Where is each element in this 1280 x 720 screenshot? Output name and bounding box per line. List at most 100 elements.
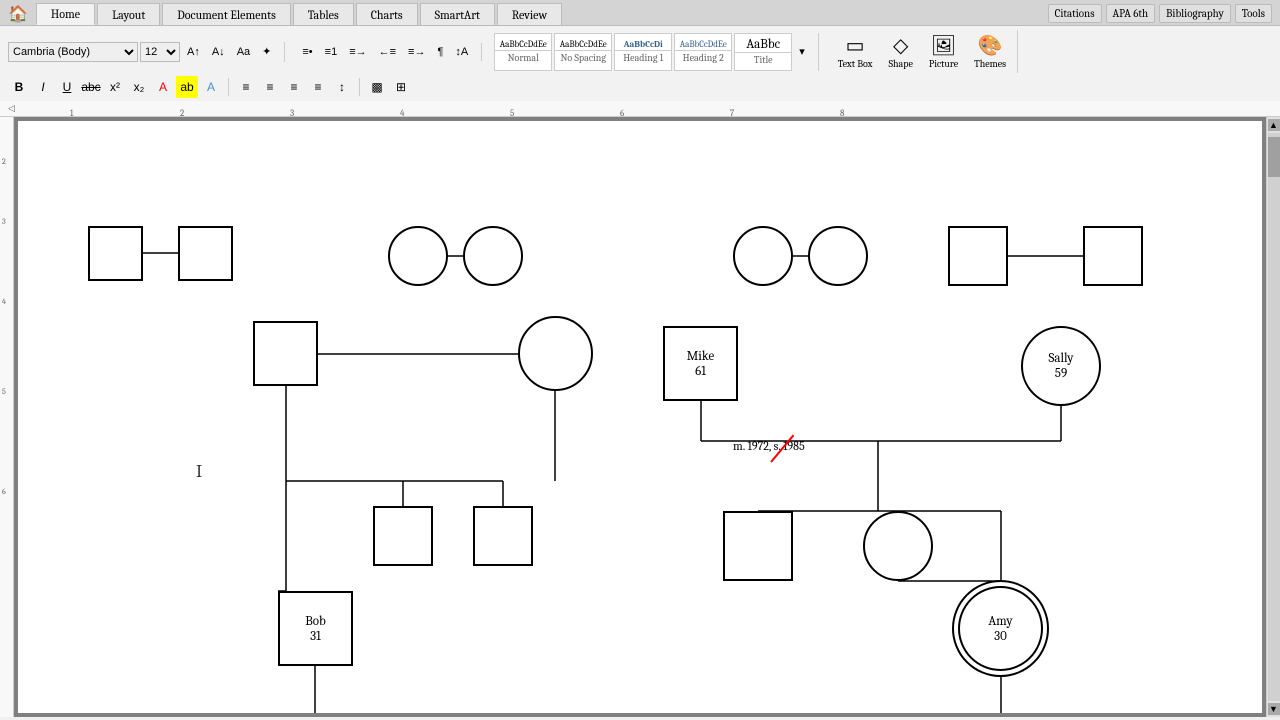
clear-format-btn[interactable]: ✦	[257, 42, 276, 61]
apa-btn[interactable]: APA 6th	[1106, 4, 1156, 23]
style-title[interactable]: AaBbc Title	[734, 33, 792, 71]
tab-charts[interactable]: Charts	[356, 3, 418, 25]
shape-sq7[interactable]	[473, 506, 533, 566]
shading-btn[interactable]: ▩	[366, 76, 388, 98]
home-icon-area: 🏠	[0, 2, 36, 25]
text-effects-btn[interactable]: A	[200, 76, 222, 98]
scroll-up-btn[interactable]: ▲	[1268, 119, 1280, 131]
superscript-btn[interactable]: x²	[104, 76, 126, 98]
doc-page[interactable]: Mike61 Sally59 m. 1972, s. 1985 Bob31	[18, 121, 1262, 713]
justify-btn[interactable]: ≡	[307, 76, 329, 98]
font-size-select[interactable]: 12	[140, 42, 180, 62]
right-scrollbar[interactable]: ▲ ▼	[1266, 117, 1280, 717]
textbox-insert-btn[interactable]: ▭ Text Box	[831, 30, 880, 73]
shape-sq5[interactable]	[253, 321, 318, 386]
styles-more-btn[interactable]: ▾	[794, 42, 810, 61]
style-no-spacing[interactable]: AaBbCcDdEe No Spacing	[554, 33, 612, 71]
style-normal[interactable]: AaBbCcDdEe Normal	[494, 33, 552, 71]
ruler-icon: ◁	[8, 104, 15, 114]
left-ruler-6: 6	[2, 487, 6, 496]
shape-sally[interactable]: Sally59	[1021, 326, 1101, 406]
shape-sq1[interactable]	[88, 226, 143, 281]
bold-btn[interactable]: B	[8, 76, 30, 98]
shape-ci6[interactable]	[863, 511, 933, 581]
highlight-btn[interactable]: ab	[176, 76, 198, 98]
style-title-label: Title	[735, 52, 791, 66]
left-ruler: 2 3 4 5 6	[0, 117, 14, 717]
marriage-text: m. 1972, s. 1985	[733, 439, 805, 453]
font-group: Cambria (Body) 12 A↑ A↓ Aa ✦	[8, 42, 285, 62]
align-right-btn[interactable]: ≡	[283, 76, 305, 98]
themes-insert-btn[interactable]: 🎨 Themes	[967, 30, 1013, 73]
ruler-mark-5: 5	[510, 109, 514, 118]
marriage-label: m. 1972, s. 1985	[733, 439, 805, 453]
shrink-font-btn[interactable]: A↓	[207, 43, 230, 61]
font-case-btn[interactable]: Aa	[232, 43, 255, 61]
font-color-btn[interactable]: A	[152, 76, 174, 98]
style-heading1[interactable]: AaBbCcDi Heading 1	[614, 33, 672, 71]
style-heading2[interactable]: AaBbCcDdEe Heading 2	[674, 33, 732, 71]
tab-smartart[interactable]: SmartArt	[420, 3, 495, 25]
ribbon-row1: Cambria (Body) 12 A↑ A↓ Aa ✦ ≡• ≡1 ≡→ ←≡…	[4, 28, 1276, 75]
shape-icon: ◇	[893, 33, 908, 57]
shape-bob[interactable]: Bob31	[278, 591, 353, 666]
subscript-btn[interactable]: x₂	[128, 76, 150, 98]
tab-tables[interactable]: Tables	[293, 3, 354, 25]
picture-insert-btn[interactable]: 🖼 Picture	[922, 30, 965, 73]
left-ruler-5: 5	[2, 387, 6, 396]
shape-ci4[interactable]	[808, 226, 868, 286]
tools-btn[interactable]: Tools	[1235, 4, 1272, 23]
style-title-preview: AaBbc	[746, 37, 780, 52]
divider1	[228, 78, 229, 96]
grow-font-btn[interactable]: A↑	[182, 43, 205, 61]
tab-review[interactable]: Review	[497, 3, 562, 25]
scroll-track[interactable]	[1268, 133, 1280, 701]
ruler-mark-6: 6	[620, 109, 624, 118]
left-ruler-2: 2	[2, 157, 6, 166]
ribbon: Cambria (Body) 12 A↑ A↓ Aa ✦ ≡• ≡1 ≡→ ←≡…	[0, 26, 1280, 101]
scroll-down-btn[interactable]: ▼	[1268, 703, 1280, 715]
multilevel-btn[interactable]: ≡→	[344, 43, 371, 61]
shape-insert-btn[interactable]: ◇ Shape	[881, 30, 919, 73]
ruler-mark-2: 2	[180, 109, 184, 118]
align-left-btn[interactable]: ≡	[235, 76, 257, 98]
bullets-btn[interactable]: ≡•	[297, 43, 317, 61]
themes-icon: 🎨	[978, 33, 1003, 57]
bob-label: Bob31	[305, 614, 326, 644]
insert-group: ▭ Text Box ◇ Shape 🖼 Picture 🎨 Themes	[827, 30, 1018, 73]
sort-btn[interactable]: ↕A	[450, 43, 473, 61]
numbering-btn[interactable]: ≡1	[320, 43, 343, 61]
tab-bar: 🏠 Home Layout Document Elements Tables C…	[0, 0, 1280, 26]
underline-btn[interactable]: U	[56, 76, 78, 98]
doc-area: 2 3 4 5 6	[0, 117, 1280, 717]
tab-home[interactable]: Home	[36, 3, 95, 25]
styles-section: AaBbCcDdEe Normal AaBbCcDdEe No Spacing …	[494, 33, 819, 71]
shape-sq2[interactable]	[178, 226, 233, 281]
line-spacing-btn[interactable]: ↕	[331, 76, 353, 98]
shape-sq8[interactable]	[723, 511, 793, 581]
align-center-btn[interactable]: ≡	[259, 76, 281, 98]
shape-mike[interactable]: Mike61	[663, 326, 738, 401]
shape-ci2[interactable]	[463, 226, 523, 286]
italic-btn[interactable]: I	[32, 76, 54, 98]
shape-ci5[interactable]	[518, 316, 593, 391]
shape-ci3[interactable]	[733, 226, 793, 286]
ruler-mark-8: 8	[840, 109, 844, 118]
tab-document-elements[interactable]: Document Elements	[162, 3, 291, 25]
shape-amy[interactable]: Amy30	[958, 586, 1043, 671]
strikethrough-btn[interactable]: abc	[80, 76, 102, 98]
shape-ci1[interactable]	[388, 226, 448, 286]
increase-indent-btn[interactable]: ≡→	[403, 43, 430, 61]
show-hide-btn[interactable]: ¶	[432, 43, 448, 61]
decrease-indent-btn[interactable]: ←≡	[374, 43, 401, 61]
bibliography-btn[interactable]: Bibliography	[1159, 4, 1231, 23]
font-family-select[interactable]: Cambria (Body)	[8, 42, 138, 62]
shape-sq3[interactable]	[948, 226, 1008, 286]
borders-btn[interactable]: ⊞	[390, 76, 412, 98]
scroll-thumb[interactable]	[1268, 137, 1280, 177]
shape-sq6[interactable]	[373, 506, 433, 566]
citations-btn[interactable]: Citations	[1048, 4, 1102, 23]
shape-sq4[interactable]	[1083, 226, 1143, 286]
style-normal-preview: AaBbCcDdEe	[500, 40, 547, 50]
tab-layout[interactable]: Layout	[97, 3, 160, 25]
